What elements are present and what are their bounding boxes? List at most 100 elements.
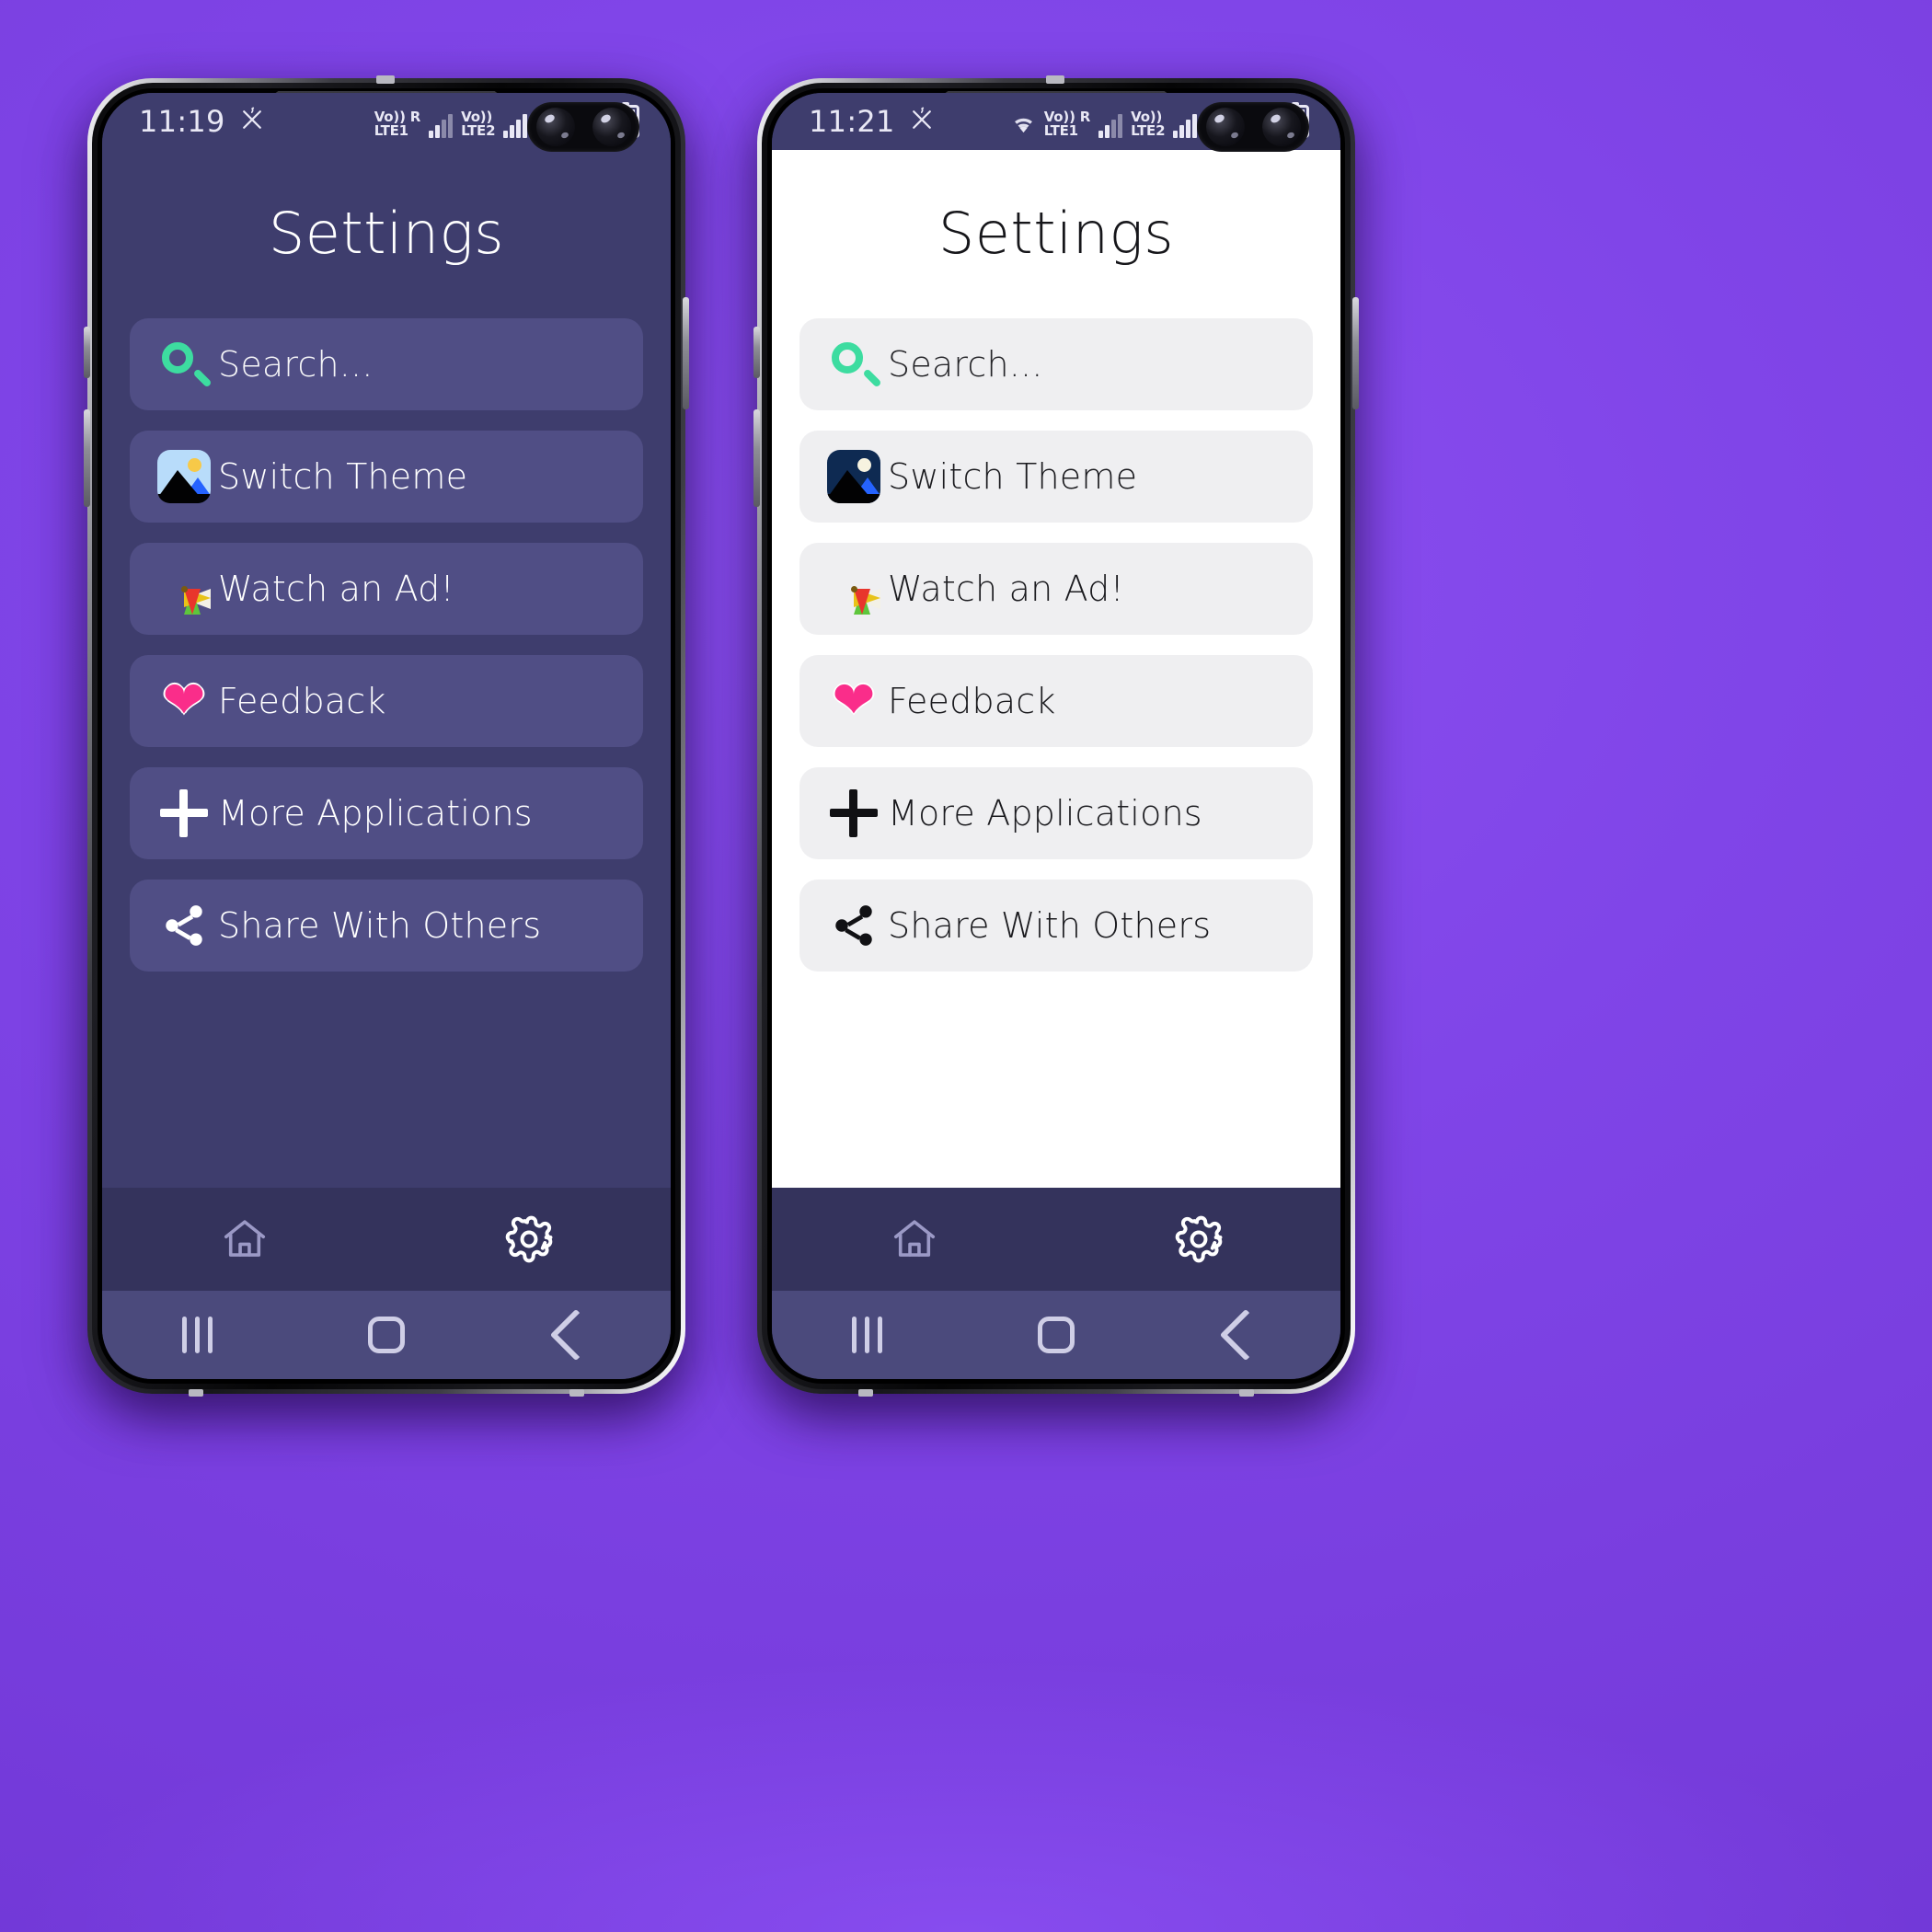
menu-row-pinwheel-ad[interactable]: Watch an Ad! xyxy=(130,543,643,635)
menu-row-label: More Applications xyxy=(218,793,533,834)
phone-screen: 11:19 Vo)) R LTE1 Vo)) LTE2 Settings Sea… xyxy=(102,93,671,1379)
menu-row-label: Feedback xyxy=(218,681,386,721)
search-input[interactable]: Search... xyxy=(130,318,643,410)
home-tab[interactable] xyxy=(102,1214,386,1264)
home-tab[interactable] xyxy=(772,1214,1056,1264)
pinwheel-ad-icon xyxy=(157,562,211,615)
back-icon xyxy=(549,1308,603,1362)
phone-light: 11:21 Vo)) R LTE1 Vo)) LTE2 Settings Sea… xyxy=(753,75,1359,1412)
menu-row-label: More Applications xyxy=(888,793,1202,834)
menu-row-label: Switch Theme xyxy=(218,456,468,497)
settings-tab[interactable] xyxy=(386,1213,671,1265)
home-icon xyxy=(220,1214,270,1264)
menu-row-label: Watch an Ad! xyxy=(218,569,454,609)
home-circle-icon xyxy=(1038,1317,1075,1353)
menu-row-label: Search... xyxy=(888,344,1043,385)
volume-button[interactable] xyxy=(753,409,760,507)
app-content: Settings Search... Switch Theme Watch an… xyxy=(102,150,671,1291)
menu-row-plus[interactable]: More Applications xyxy=(130,767,643,859)
sim2-indicator: Vo)) LTE2 xyxy=(461,109,496,139)
front-camera-punchhole xyxy=(1197,102,1309,152)
home-circle-icon xyxy=(368,1317,405,1353)
home-icon xyxy=(890,1214,939,1264)
phone-dark: 11:19 Vo)) R LTE1 Vo)) LTE2 Settings Sea… xyxy=(84,75,689,1412)
menu-row-label: Watch an Ad! xyxy=(888,569,1124,609)
home-button[interactable] xyxy=(292,1317,481,1353)
heart-icon: ❤ xyxy=(162,671,206,730)
search-input[interactable]: Search... xyxy=(799,318,1313,410)
app-content: Settings Search... Switch Theme Watch an… xyxy=(772,150,1340,1291)
pinwheel-ad-icon xyxy=(827,562,880,615)
wifi-icon xyxy=(1011,113,1036,138)
bixby-button[interactable] xyxy=(753,327,760,378)
app-bottom-nav xyxy=(102,1188,671,1291)
volume-button[interactable] xyxy=(84,409,90,507)
menu-row-photo-theme[interactable]: Switch Theme xyxy=(799,431,1313,523)
menu-row-pinwheel-ad[interactable]: Watch an Ad! xyxy=(799,543,1313,635)
recents-icon xyxy=(851,1317,882,1353)
status-time: 11:21 xyxy=(809,104,895,139)
pinwheel-ad-icon-slot xyxy=(820,562,888,615)
mute-vibrate-icon xyxy=(238,106,266,137)
menu-row-heart[interactable]: ❤ Feedback xyxy=(130,655,643,747)
search-icon xyxy=(830,340,882,388)
menu-row-plus[interactable]: More Applications xyxy=(799,767,1313,859)
menu-row-share[interactable]: Share With Others xyxy=(130,880,643,972)
recents-button[interactable] xyxy=(772,1317,961,1353)
heart-icon: ❤ xyxy=(832,671,876,730)
photo-theme-icon-slot xyxy=(820,450,888,503)
menu-row-label: Feedback xyxy=(888,681,1056,721)
status-bar: 11:21 Vo)) R LTE1 Vo)) LTE2 xyxy=(772,93,1340,152)
share-icon xyxy=(160,902,208,949)
share-icon-slot xyxy=(820,902,888,949)
heart-icon-slot: ❤ xyxy=(820,675,888,727)
plus-icon xyxy=(160,789,208,837)
recents-button[interactable] xyxy=(102,1317,292,1353)
signal-bars-icon xyxy=(503,114,528,138)
android-system-nav xyxy=(102,1291,671,1379)
recents-icon xyxy=(181,1317,213,1353)
mute-vibrate-icon xyxy=(908,106,936,137)
pinwheel-ad-icon-slot xyxy=(150,562,218,615)
gear-icon xyxy=(1173,1213,1225,1265)
plus-icon-slot xyxy=(820,789,888,837)
power-button[interactable] xyxy=(1352,297,1359,409)
status-bar: 11:19 Vo)) R LTE1 Vo)) LTE2 xyxy=(102,93,671,152)
front-camera-punchhole xyxy=(527,102,639,152)
menu-row-share[interactable]: Share With Others xyxy=(799,880,1313,972)
signal-bars-icon xyxy=(429,114,454,138)
bixby-button[interactable] xyxy=(84,327,90,378)
photo-theme-icon xyxy=(827,450,880,503)
photo-theme-icon-slot xyxy=(150,450,218,503)
settings-menu: Search... Switch Theme Watch an Ad! ❤ Fe… xyxy=(102,318,671,972)
menu-row-photo-theme[interactable]: Switch Theme xyxy=(130,431,643,523)
phone-screen: 11:21 Vo)) R LTE1 Vo)) LTE2 Settings Sea… xyxy=(772,93,1340,1379)
settings-tab[interactable] xyxy=(1056,1213,1340,1265)
menu-row-label: Search... xyxy=(218,344,374,385)
signal-bars-icon xyxy=(1098,114,1123,138)
app-bottom-nav xyxy=(772,1188,1340,1291)
plus-icon-slot xyxy=(150,789,218,837)
gear-icon xyxy=(503,1213,555,1265)
android-system-nav xyxy=(772,1291,1340,1379)
sim1-indicator: Vo)) R LTE1 xyxy=(374,109,421,139)
back-button[interactable] xyxy=(1151,1308,1340,1362)
home-button[interactable] xyxy=(961,1317,1151,1353)
sim2-indicator: Vo)) LTE2 xyxy=(1131,109,1166,139)
share-icon-slot xyxy=(150,902,218,949)
search-icon-slot xyxy=(820,340,888,388)
back-button[interactable] xyxy=(481,1308,671,1362)
photo-theme-icon xyxy=(157,450,211,503)
back-icon xyxy=(1219,1308,1272,1362)
heart-icon-slot: ❤ xyxy=(150,675,218,727)
plus-icon xyxy=(830,789,878,837)
status-time: 11:19 xyxy=(139,104,225,139)
menu-row-heart[interactable]: ❤ Feedback xyxy=(799,655,1313,747)
menu-row-label: Share With Others xyxy=(888,905,1212,946)
page-title: Settings xyxy=(937,200,1175,267)
power-button[interactable] xyxy=(683,297,689,409)
menu-row-label: Share With Others xyxy=(218,905,542,946)
share-icon xyxy=(830,902,878,949)
sim1-indicator: Vo)) R LTE1 xyxy=(1043,109,1091,139)
phone-mockup-stage: 11:19 Vo)) R LTE1 Vo)) LTE2 Settings Sea… xyxy=(0,0,1932,1932)
